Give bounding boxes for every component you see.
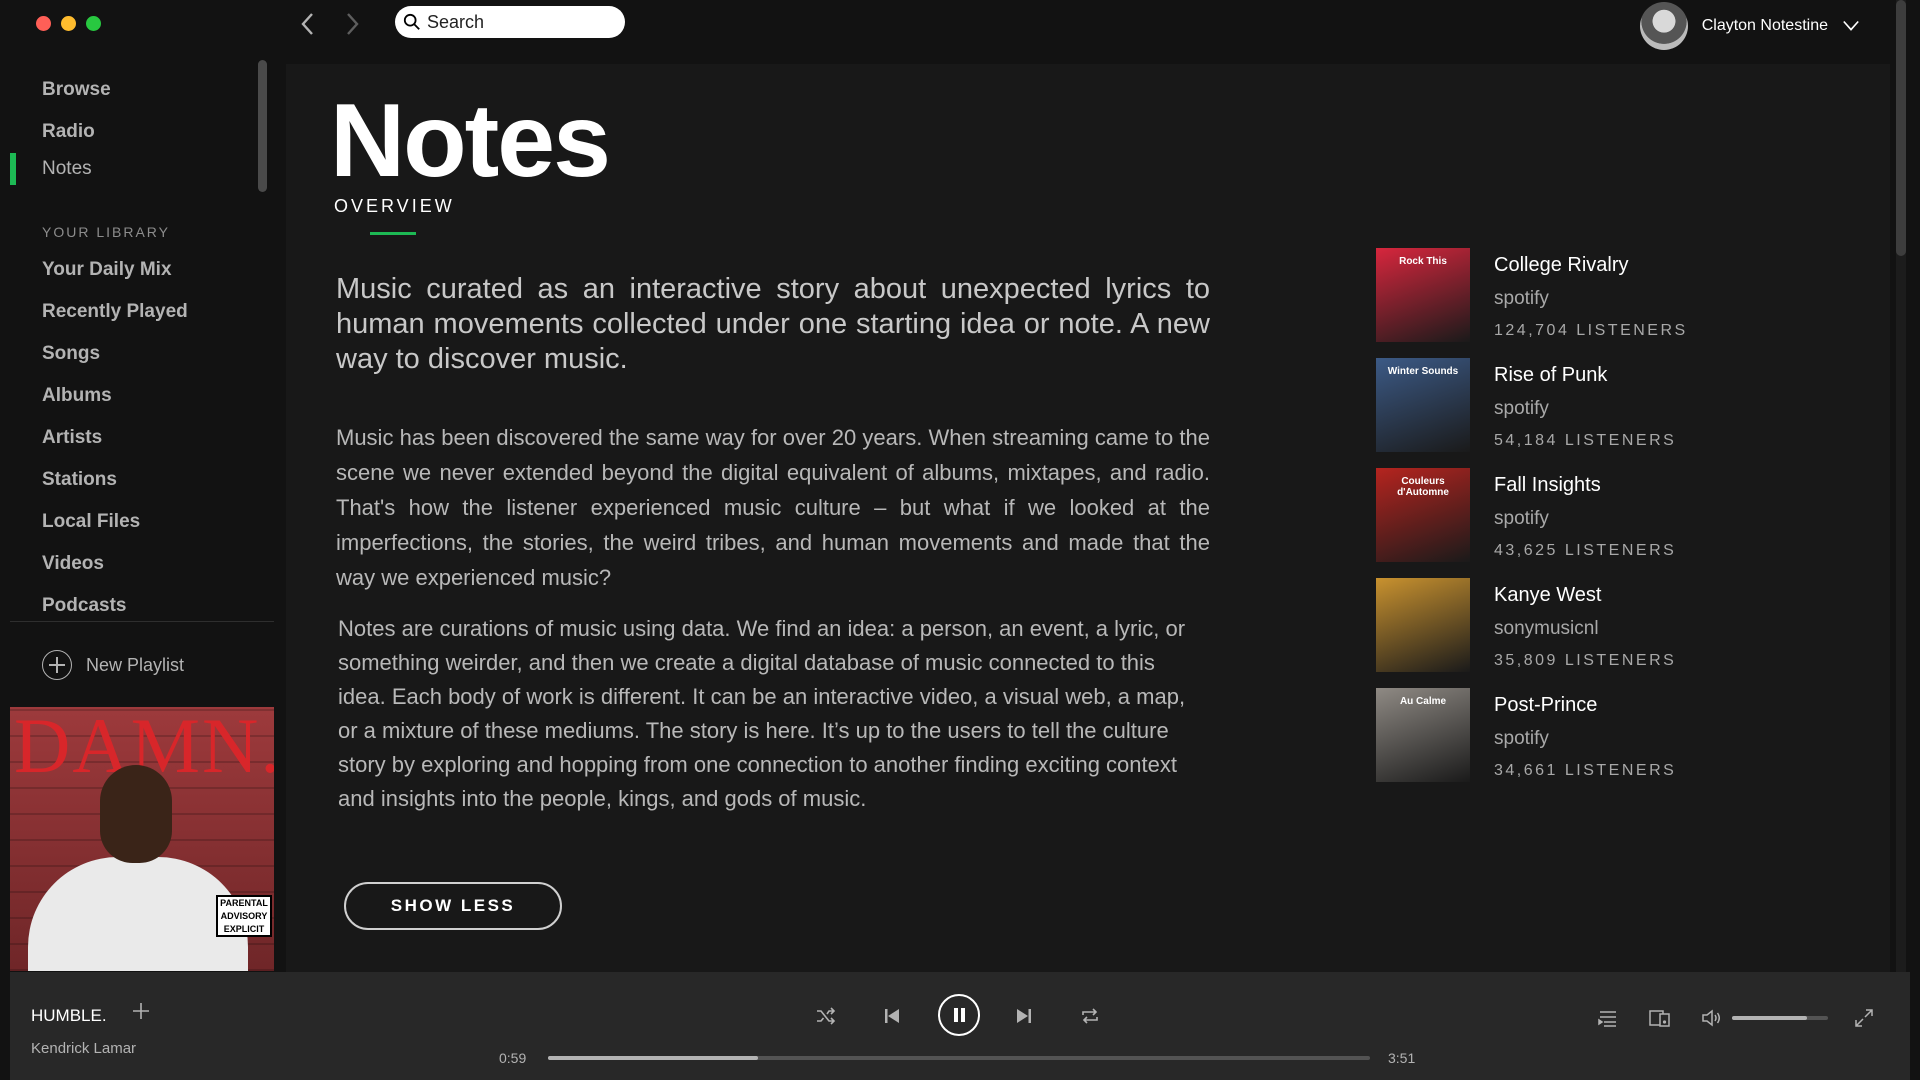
volume-slider[interactable] xyxy=(1732,1016,1828,1020)
parental-advisory-label: PARENTAL ADVISORY EXPLICIT xyxy=(216,895,272,937)
playlist-owner[interactable]: sonymusicnl xyxy=(1494,618,1599,640)
related-playlist-item[interactable]: Kanye West sonymusicnl 35,809 LISTENERS xyxy=(1376,578,1776,688)
shuffle-icon[interactable] xyxy=(814,1004,838,1028)
related-playlist-item[interactable]: Au Calme Post-Prince spotify 34,661 LISTENE… xyxy=(1376,688,1776,798)
progress-bar[interactable] xyxy=(548,1056,1370,1060)
library-item-albums[interactable]: Albums xyxy=(42,385,112,407)
next-icon[interactable] xyxy=(1012,1004,1036,1028)
devices-icon[interactable] xyxy=(1648,1006,1672,1030)
user-menu[interactable]: Clayton Notestine xyxy=(1639,2,1860,50)
back-button[interactable] xyxy=(298,10,318,43)
active-indicator xyxy=(10,153,16,185)
new-playlist-label: New Playlist xyxy=(86,654,185,675)
playlist-listeners: 124,704 LISTENERS xyxy=(1494,322,1688,339)
window-controls xyxy=(36,16,101,31)
zoom-window-button[interactable] xyxy=(86,16,101,31)
playlist-owner[interactable]: spotify xyxy=(1494,728,1549,750)
library-heading: YOUR LIBRARY xyxy=(42,224,170,240)
sidebar-item-radio[interactable]: Radio xyxy=(42,121,95,143)
chevron-left-icon xyxy=(301,13,313,35)
avatar[interactable] xyxy=(1639,2,1688,50)
playlist-cover-text: Winter Sounds xyxy=(1387,366,1459,377)
library-item-videos[interactable]: Videos xyxy=(42,553,104,575)
fullscreen-icon[interactable] xyxy=(1852,1006,1876,1030)
track-title[interactable]: HUMBLE. xyxy=(31,1006,107,1026)
library-item-daily-mix[interactable]: Your Daily Mix xyxy=(42,259,172,281)
library-item-local-files[interactable]: Local Files xyxy=(42,511,140,533)
playlist-listeners: 34,661 LISTENERS xyxy=(1494,762,1677,779)
minimize-window-button[interactable] xyxy=(61,16,76,31)
now-playing-album-art[interactable]: DAMN. PARENTAL ADVISORY EXPLICIT xyxy=(10,707,274,971)
library-item-podcasts[interactable]: Podcasts xyxy=(42,595,126,617)
playlist-cover[interactable] xyxy=(1376,578,1470,672)
forward-button[interactable] xyxy=(342,10,362,43)
progress-fill xyxy=(548,1056,758,1060)
playlist-listeners: 54,184 LISTENERS xyxy=(1494,432,1677,449)
search-icon xyxy=(403,13,420,30)
track-artist[interactable]: Kendrick Lamar xyxy=(31,1040,136,1057)
search-box[interactable] xyxy=(395,6,625,38)
new-playlist-button[interactable]: New Playlist xyxy=(42,650,184,680)
library-item-stations[interactable]: Stations xyxy=(42,469,117,491)
library-item-recently-played[interactable]: Recently Played xyxy=(42,301,188,323)
playlist-name[interactable]: Fall Insights xyxy=(1494,474,1601,497)
description-paragraph-1: Music has been discovered the same way f… xyxy=(336,425,1210,590)
library-item-artists[interactable]: Artists xyxy=(42,427,102,449)
chevron-down-icon[interactable] xyxy=(1842,17,1860,35)
playlist-name[interactable]: Rise of Punk xyxy=(1494,364,1607,387)
sidebar-item-notes[interactable]: Notes xyxy=(42,158,92,180)
tab-overview[interactable]: OVERVIEW xyxy=(334,196,455,217)
lead-text: Music curated as an interactive story ab… xyxy=(336,273,1210,375)
playlist-owner[interactable]: spotify xyxy=(1494,288,1549,310)
elapsed-time: 0:59 xyxy=(499,1050,527,1066)
chevron-right-icon xyxy=(347,13,359,35)
playlist-listeners: 35,809 LISTENERS xyxy=(1494,652,1677,669)
top-bar: Clayton Notestine xyxy=(286,0,1920,64)
show-less-button[interactable]: SHOW LESS xyxy=(344,882,562,930)
add-track-button[interactable] xyxy=(131,1000,151,1028)
player-bar: HUMBLE. Kendrick Lamar 0:59 3:51 xyxy=(10,972,1910,1080)
pause-button[interactable] xyxy=(938,994,980,1036)
search-input[interactable] xyxy=(427,11,607,33)
playlist-cover[interactable]: Winter Sounds xyxy=(1376,358,1470,452)
sidebar-divider xyxy=(10,621,274,622)
volume-fill xyxy=(1732,1016,1807,1020)
repeat-icon[interactable] xyxy=(1078,1004,1102,1028)
related-playlist-item[interactable]: Rock This College Rivalry spotify 124,704 L… xyxy=(1376,248,1776,358)
close-window-button[interactable] xyxy=(36,16,51,31)
main-content: Notes OVERVIEW Music curated as an inter… xyxy=(286,64,1890,972)
add-circle-icon xyxy=(42,650,72,680)
related-playlists: Rock This College Rivalry spotify 124,704 L… xyxy=(1376,248,1776,798)
queue-icon[interactable] xyxy=(1596,1006,1620,1030)
user-name[interactable]: Clayton Notestine xyxy=(1702,17,1828,35)
plus-icon xyxy=(133,1003,149,1019)
playlist-name[interactable]: College Rivalry xyxy=(1494,254,1629,277)
playlist-cover[interactable]: Couleurs d'Automne xyxy=(1376,468,1470,562)
description-paragraph-2: Notes are curations of music using data.… xyxy=(338,616,1186,811)
playlist-listeners: 43,625 LISTENERS xyxy=(1494,542,1677,559)
total-time: 3:51 xyxy=(1388,1050,1416,1066)
playlist-owner[interactable]: spotify xyxy=(1494,398,1549,420)
playlist-cover-text: Au Calme xyxy=(1399,696,1447,707)
main-scrollbar-thumb[interactable] xyxy=(1896,0,1906,256)
playlist-name[interactable]: Post-Prince xyxy=(1494,694,1597,717)
album-art-figure-head xyxy=(100,765,172,863)
related-playlist-item[interactable]: Winter Sounds Rise of Punk spotify 54,184 L… xyxy=(1376,358,1776,468)
library-item-songs[interactable]: Songs xyxy=(42,343,100,365)
page-title: Notes xyxy=(330,83,611,199)
previous-icon[interactable] xyxy=(880,1004,904,1028)
playlist-cover-text: Rock This xyxy=(1399,256,1447,267)
sidebar: Browse Radio Notes YOUR LIBRARY Your Dai… xyxy=(0,0,286,972)
sidebar-scrollbar[interactable] xyxy=(258,60,267,192)
sidebar-item-browse[interactable]: Browse xyxy=(42,79,111,101)
tab-underline xyxy=(370,232,416,235)
volume-icon[interactable] xyxy=(1700,1006,1724,1030)
playlist-cover-text: Couleurs d'Automne xyxy=(1397,476,1449,498)
playlist-cover[interactable]: Au Calme xyxy=(1376,688,1470,782)
related-playlist-item[interactable]: Couleurs d'Automne Fall Insights spotify 43… xyxy=(1376,468,1776,578)
playlist-owner[interactable]: spotify xyxy=(1494,508,1549,530)
playlist-name[interactable]: Kanye West xyxy=(1494,584,1601,607)
playlist-cover[interactable]: Rock This xyxy=(1376,248,1470,342)
